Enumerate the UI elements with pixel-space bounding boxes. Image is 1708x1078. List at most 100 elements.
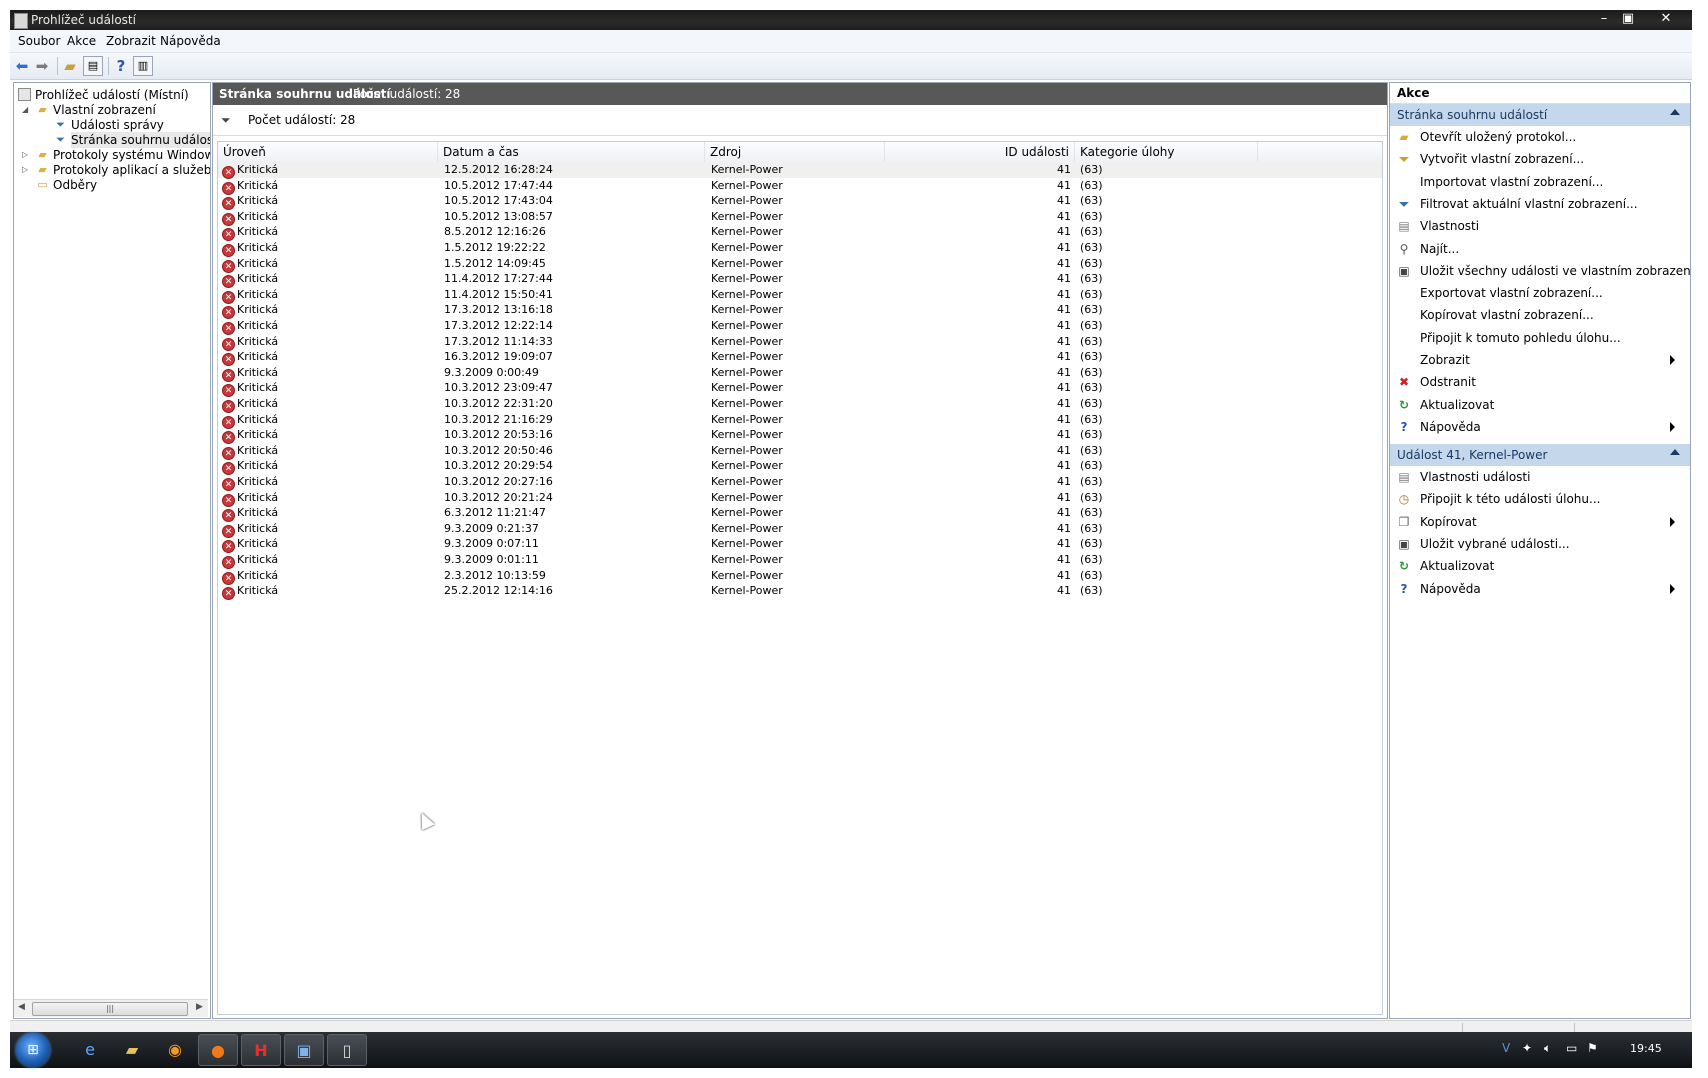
action-exportovat-vlastni-zobrazeni[interactable]: Exportovat vlastní zobrazení... [1390, 282, 1690, 304]
network-app-icon[interactable]: ✦ [1522, 1041, 1532, 1055]
up-folder-icon[interactable]: ▰ [60, 56, 80, 76]
minimize-button[interactable]: – [1592, 10, 1616, 28]
action-importovat-vlastni-zobrazeni[interactable]: Importovat vlastní zobrazení... [1390, 171, 1690, 193]
maximize-button[interactable]: ▣ [1616, 10, 1640, 28]
table-row[interactable]: ✕ Kritická 10.5.2012 17:47:44 Kernel-Power 4… [218, 178, 1382, 195]
action-kopirovat[interactable]: ❐ Kopírovat [1390, 511, 1690, 533]
action-pripojit-k-tomuto-pohledu-ulohu[interactable]: Připojit k tomuto pohledu úlohu... [1390, 327, 1690, 349]
h-app-icon[interactable]: H [241, 1034, 281, 1066]
table-row[interactable]: ✕ Kritická 1.5.2012 19:22:22 Kernel-Power 41… [218, 240, 1382, 257]
table-row[interactable]: ✕ Kritická 10.3.2012 23:09:47 Kernel-Power 4… [218, 380, 1382, 398]
table-row[interactable]: ✕ Kritická 10.3.2012 20:29:54 Kernel-Power 4… [218, 458, 1382, 476]
action-ulozit-vsechny-udalosti-ve-vlastnim-zobrazeni-j[interactable]: ▣ Uložit všechny události ve vlastním zob… [1390, 260, 1690, 282]
collapse-section-icon[interactable] [1670, 449, 1680, 455]
table-row[interactable]: ✕ Kritická 10.3.2012 21:16:29 Kernel-Power 4… [218, 412, 1382, 429]
shield-icon[interactable]: V [1502, 1041, 1510, 1055]
table-row[interactable]: ✕ Kritická 6.3.2012 11:21:47 Kernel-Power 41… [218, 505, 1382, 523]
internet-explorer-icon[interactable]: e [70, 1034, 110, 1066]
action-aktualizovat[interactable]: ↻ Aktualizovat [1390, 555, 1690, 577]
column-header-source[interactable]: Zdroj [705, 142, 885, 162]
column-header-event-id[interactable]: ID události [885, 142, 1075, 162]
volume-icon[interactable]: 🔈︎ [1544, 1041, 1551, 1056]
action-zobrazit[interactable]: Zobrazit [1390, 349, 1690, 371]
table-row[interactable]: ✕ Kritická 10.3.2012 22:31:20 Kernel-Power 4… [218, 396, 1382, 413]
menu-akce[interactable]: Akce [67, 34, 96, 48]
scroll-right-icon[interactable]: ▶ [196, 1002, 203, 1012]
action-filtrovat-aktualni-vlastni-zobrazeni[interactable]: ⏷ Filtrovat aktuální vlastní zobrazení... [1390, 193, 1690, 215]
tree-item-custom-views[interactable]: ◢ ▰ Vlastní zobrazení [22, 102, 204, 118]
table-row[interactable]: ✕ Kritická 17.3.2012 11:14:33 Kernel-Power 4… [218, 334, 1382, 351]
action-napoveda[interactable]: ? Nápověda [1390, 416, 1690, 438]
tree-item-summary-page[interactable]: ⏷ Stránka souhrnu událostí [54, 132, 210, 148]
show-hide-tree-icon[interactable]: ▤ [83, 56, 103, 76]
menu-soubor[interactable]: Soubor [18, 34, 60, 48]
close-button[interactable]: ✕ [1646, 10, 1686, 28]
table-row[interactable]: ✕ Kritická 1.5.2012 14:09:45 Kernel-Power 41… [218, 256, 1382, 273]
scroll-left-icon[interactable]: ◀ [18, 1002, 25, 1012]
action-pripojit-k-teto-udalosti-ulohu[interactable]: ◷ Připojit k této události úlohu... [1390, 488, 1690, 510]
explorer-folder-icon[interactable]: ▰ [112, 1034, 152, 1066]
tree-horizontal-scrollbar[interactable]: ◀ ||| ▶ [14, 999, 208, 1017]
table-row[interactable]: ✕ Kritická 10.5.2012 17:43:04 Kernel-Power 4… [218, 193, 1382, 211]
action-odstranit[interactable]: ✖ Odstranit [1390, 371, 1690, 393]
tree-item-event-viewer-local[interactable]: Prohlížeč událostí (Místní) [18, 87, 204, 103]
table-row[interactable]: ✕ Kritická 17.3.2012 13:16:18 Kernel-Power 4… [218, 302, 1382, 320]
column-header-task-category[interactable]: Kategorie úlohy [1075, 142, 1258, 162]
back-arrow-icon[interactable]: ⬅ [12, 56, 32, 76]
action-vlastnosti-udalosti[interactable]: ▤ Vlastnosti události [1390, 466, 1690, 488]
start-button[interactable]: ⊞ [16, 1033, 50, 1067]
event-viewer-icon[interactable]: ▯ [327, 1034, 367, 1066]
collapse-arrow-icon[interactable]: ◢ [22, 102, 32, 118]
action-aktualizovat[interactable]: ↻ Aktualizovat [1390, 394, 1690, 416]
clock[interactable]: 19:45 [1630, 1042, 1662, 1055]
table-row[interactable]: ✕ Kritická 9.3.2009 0:01:11 Kernel-Power 41 (… [218, 552, 1382, 569]
menu-napoveda[interactable]: Nápověda [160, 34, 221, 48]
column-header-level[interactable]: Úroveň [218, 142, 438, 162]
action-vytvorit-vlastni-zobrazeni[interactable]: ⏷ Vytvořit vlastní zobrazení... [1390, 148, 1690, 170]
table-row[interactable]: ✕ Kritická 12.5.2012 16:28:24 Kernel-Power 4… [218, 162, 1382, 179]
action-ulozit-vybrane-udalosti[interactable]: ▣ Uložit vybrané události... [1390, 533, 1690, 555]
flag-icon[interactable]: ⚑ [1587, 1041, 1598, 1055]
tree-item-administrative-events[interactable]: ⏷ Události správy [54, 117, 204, 133]
table-row[interactable]: ✕ Kritická 10.3.2012 20:53:16 Kernel-Power 4… [218, 427, 1382, 445]
action-otevrit-ulozeny-protokol[interactable]: ▰ Otevřít uložený protokol... [1390, 126, 1690, 148]
table-row[interactable]: ✕ Kritická 25.2.2012 12:14:16 Kernel-Power 4… [218, 583, 1382, 601]
table-row[interactable]: ✕ Kritická 9.3.2009 0:07:11 Kernel-Power 41 (… [218, 536, 1382, 554]
table-row[interactable]: ✕ Kritická 9.3.2009 0:21:37 Kernel-Power 41 (… [218, 521, 1382, 538]
table-row[interactable]: ✕ Kritická 10.3.2012 20:27:16 Kernel-Power 4… [218, 474, 1382, 491]
table-row[interactable]: ✕ Kritická 10.5.2012 13:08:57 Kernel-Power 4… [218, 209, 1382, 226]
table-row[interactable]: ✕ Kritická 17.3.2012 12:22:14 Kernel-Power 4… [218, 318, 1382, 335]
action-napoveda[interactable]: ? Nápověda [1390, 578, 1690, 600]
table-row[interactable]: ✕ Kritická 11.4.2012 15:50:41 Kernel-Power 4… [218, 287, 1382, 304]
expand-arrow-icon[interactable]: ▷ [22, 162, 32, 178]
show-hide-action-pane-icon[interactable]: ▥ [133, 56, 153, 76]
table-row[interactable]: ✕ Kritická 11.4.2012 17:27:44 Kernel-Power 4… [218, 271, 1382, 289]
tree-item-windows-logs[interactable]: ▷ ▰ Protokoly systému Windows [22, 147, 210, 163]
tree-item-subscriptions[interactable]: ▭ Odběry [36, 177, 204, 193]
forward-arrow-icon[interactable]: ➡ [32, 56, 52, 76]
avast-icon[interactable]: ◉ [155, 1034, 195, 1066]
table-row[interactable]: ✕ Kritická 16.3.2012 19:09:07 Kernel-Power 4… [218, 349, 1382, 367]
table-row[interactable]: ✕ Kritická 9.3.2009 0:00:49 Kernel-Power 41 (… [218, 365, 1382, 382]
table-row[interactable]: ✕ Kritická 10.3.2012 20:50:46 Kernel-Power 4… [218, 443, 1382, 460]
table-row[interactable]: ✕ Kritická 8.5.2012 12:16:26 Kernel-Power 41… [218, 224, 1382, 242]
help-icon[interactable]: ? [111, 56, 131, 76]
collapse-section-icon[interactable] [1670, 109, 1680, 115]
action-vlastnosti[interactable]: ▤ Vlastnosti [1390, 215, 1690, 237]
table-row[interactable]: ✕ Kritická 2.3.2012 10:13:59 Kernel-Power 41… [218, 568, 1382, 585]
network-icon[interactable]: ▭ [1566, 1041, 1577, 1055]
action-najit[interactable]: ⚲ Najít... [1390, 238, 1690, 260]
expand-arrow-icon[interactable]: ▷ [22, 147, 32, 163]
menu-zobrazit[interactable]: Zobrazit [106, 34, 156, 48]
section-title: Událost 41, Kernel-Power [1397, 448, 1548, 462]
table-row[interactable]: ✕ Kritická 10.3.2012 20:21:24 Kernel-Power 4… [218, 490, 1382, 507]
tree-item-app-service-logs[interactable]: ▷ ▰ Protokoly aplikací a služeb [22, 162, 210, 178]
section-header-summary-page[interactable]: Stránka souhrnu událostí [1390, 104, 1690, 126]
section-header-event-41[interactable]: Událost 41, Kernel-Power [1390, 444, 1690, 466]
scrollbar-thumb[interactable]: ||| [32, 1002, 188, 1016]
title-bar[interactable]: Prohlížeč událostí – ▣ ✕ [10, 10, 1692, 30]
firefox-icon[interactable]: ● [198, 1034, 238, 1066]
remote-desktop-icon[interactable]: ▣ [284, 1034, 324, 1066]
column-header-date[interactable]: Datum a čas [438, 142, 705, 162]
action-kopirovat-vlastni-zobrazeni[interactable]: Kopírovat vlastní zobrazení... [1390, 304, 1690, 326]
